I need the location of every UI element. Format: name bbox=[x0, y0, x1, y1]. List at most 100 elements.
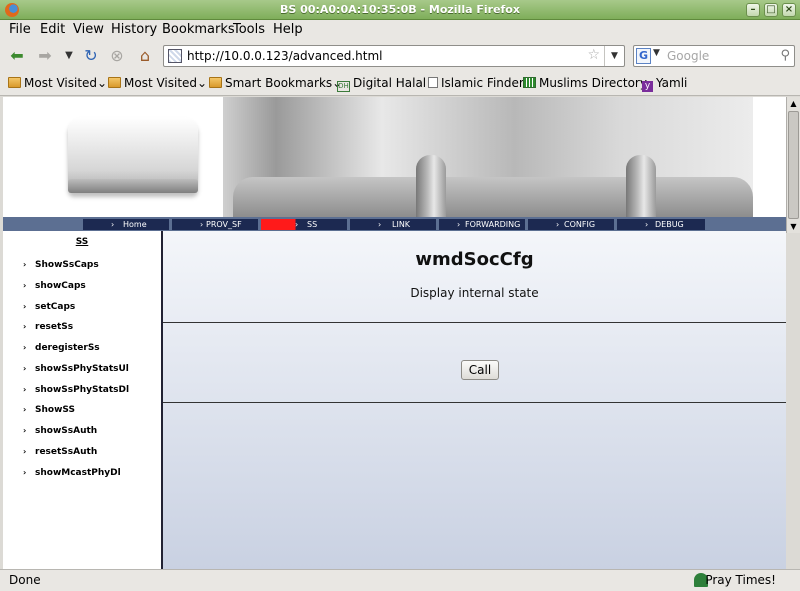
chevron-right-icon: › bbox=[23, 426, 27, 435]
menu-history[interactable]: History bbox=[111, 22, 157, 37]
function-description: Display internal state bbox=[410, 286, 539, 300]
sidebar-item-label: showSsAuth bbox=[35, 426, 98, 436]
content-scrollbar[interactable]: ▲ ▼ bbox=[786, 97, 800, 233]
url-input[interactable]: http://10.0.0.123/advanced.html bbox=[187, 49, 382, 63]
action-section: Call bbox=[163, 323, 786, 403]
bookmark-label: Smart Bookmarks bbox=[225, 76, 333, 90]
site-icon bbox=[168, 49, 182, 63]
stop-icon[interactable]: ⊗ bbox=[106, 45, 128, 67]
chevron-right-icon: › bbox=[23, 322, 27, 331]
status-bar: Done Pray Times! bbox=[0, 569, 800, 591]
forward-icon[interactable]: ➡ bbox=[34, 45, 56, 67]
tab-link[interactable]: › LINK bbox=[350, 219, 436, 230]
minimize-icon[interactable]: – bbox=[746, 3, 760, 17]
scroll-up-icon[interactable]: ▲ bbox=[787, 97, 800, 110]
bookmark-islamic-finder[interactable]: Islamic Finder bbox=[428, 76, 524, 90]
nav-tabbar: › Home › PROV_SF › SS › LINK › FORWARDIN… bbox=[3, 217, 786, 231]
yamli-icon: y bbox=[642, 81, 653, 92]
home-icon[interactable]: ⌂ bbox=[134, 45, 156, 67]
chevron-right-icon: › bbox=[23, 260, 27, 269]
menu-view[interactable]: View bbox=[73, 22, 104, 37]
sidebar-item-label: showSsPhyStatsUl bbox=[35, 364, 129, 374]
bookmark-star-icon[interactable]: ☆ bbox=[587, 47, 600, 63]
banner-image bbox=[3, 97, 786, 217]
bookmark-smart-bookmarks[interactable]: Smart Bookmarks⌄ bbox=[209, 76, 342, 90]
menu-file[interactable]: File bbox=[9, 22, 31, 37]
bookmark-muslims-directory[interactable]: Muslims Directory bbox=[523, 76, 647, 90]
sidebar-item-showssauth[interactable]: › showSsAuth bbox=[23, 426, 97, 436]
sidebar-item-showss[interactable]: › ShowSS bbox=[23, 405, 75, 415]
url-dropdown-icon[interactable]: ▼ bbox=[604, 46, 624, 66]
scroll-thumb[interactable] bbox=[788, 111, 799, 219]
menu-tools[interactable]: Tools bbox=[233, 22, 265, 37]
sidebar-item-label: showSsPhyStatsDl bbox=[35, 385, 130, 395]
window-titlebar: BS 00:A0:0A:10:35:0B - Mozilla Firefox –… bbox=[0, 0, 800, 20]
sidebar-item-resetssauth[interactable]: › resetSsAuth bbox=[23, 447, 97, 457]
chevron-down-icon: ⌄ bbox=[197, 76, 208, 90]
sidebar-item-showssphystatsdl[interactable]: › showSsPhyStatsDl bbox=[23, 385, 129, 395]
search-icon[interactable]: ⚲ bbox=[780, 48, 790, 63]
tab-debug[interactable]: › DEBUG bbox=[617, 219, 705, 230]
tab-prov-sf[interactable]: › PROV_SF bbox=[172, 219, 258, 230]
menu-edit[interactable]: Edit bbox=[40, 22, 65, 37]
bookmark-most-visited-1[interactable]: Most Visited⌄ bbox=[8, 76, 107, 90]
back-icon[interactable]: ⬅ bbox=[6, 45, 28, 67]
grid-icon bbox=[523, 77, 536, 88]
device-photo bbox=[68, 117, 198, 193]
function-header: wmdSocCfg Display internal state bbox=[163, 231, 786, 323]
search-bar[interactable]: G ▼ Google ⚲ bbox=[633, 45, 795, 67]
tab-label: Home bbox=[123, 220, 147, 229]
chevron-right-icon: › bbox=[23, 447, 27, 456]
menu-help[interactable]: Help bbox=[273, 22, 303, 37]
sidebar-item-showcaps[interactable]: › showCaps bbox=[23, 281, 86, 291]
google-icon[interactable]: G bbox=[636, 48, 651, 64]
folder-icon bbox=[108, 77, 121, 88]
sidebar-heading[interactable]: SS bbox=[3, 237, 161, 247]
main-panel: wmdSocCfg Display internal state Call bbox=[163, 231, 786, 569]
sidebar-item-label: deregisterSs bbox=[35, 343, 100, 353]
chevron-right-icon: › bbox=[200, 220, 204, 229]
scroll-down-icon[interactable]: ▼ bbox=[787, 220, 800, 233]
call-button[interactable]: Call bbox=[461, 360, 499, 380]
maximize-icon[interactable]: □ bbox=[764, 3, 778, 17]
folder-icon bbox=[8, 77, 21, 88]
sidebar-item-label: resetSs bbox=[35, 322, 74, 332]
sidebar-item-showssphystatsul[interactable]: › showSsPhyStatsUl bbox=[23, 364, 129, 374]
close-icon[interactable]: × bbox=[782, 3, 796, 17]
tab-ss[interactable]: › SS bbox=[261, 219, 347, 230]
chevron-right-icon: › bbox=[378, 220, 382, 229]
tab-config[interactable]: › CONFIG bbox=[528, 219, 614, 230]
tab-label: FORWARDING bbox=[465, 220, 521, 229]
chevron-right-icon: › bbox=[23, 343, 27, 352]
chevron-right-icon: › bbox=[23, 281, 27, 290]
sidebar-item-showsscaps[interactable]: › ShowSsCaps bbox=[23, 260, 99, 270]
reload-icon[interactable]: ↻ bbox=[80, 45, 102, 67]
tab-label: DEBUG bbox=[655, 220, 684, 229]
sidebar-item-deregisterss[interactable]: › deregisterSs bbox=[23, 343, 100, 353]
search-input[interactable]: Google bbox=[667, 49, 709, 63]
tab-label: CONFIG bbox=[564, 220, 596, 229]
sidebar-item-setcaps[interactable]: › setCaps bbox=[23, 302, 75, 312]
pray-times-addon[interactable]: Pray Times! bbox=[705, 573, 776, 587]
address-bar[interactable]: http://10.0.0.123/advanced.html ☆ ▼ bbox=[163, 45, 625, 67]
tab-forwarding[interactable]: › FORWARDING bbox=[439, 219, 525, 230]
tab-label: PROV_SF bbox=[206, 220, 242, 229]
folder-icon bbox=[209, 77, 222, 88]
chevron-right-icon: › bbox=[645, 220, 649, 229]
menu-bookmarks[interactable]: Bookmarks bbox=[162, 22, 235, 37]
bookmark-digital-halal[interactable]: DH Digital Halal bbox=[337, 76, 426, 92]
sidebar-item-showmcastphydl[interactable]: › showMcastPhyDl bbox=[23, 468, 121, 478]
bookmark-yamli[interactable]: y Yamli bbox=[642, 76, 687, 92]
tab-home[interactable]: › Home bbox=[83, 219, 169, 230]
sidebar-item-label: ShowSS bbox=[35, 405, 75, 415]
chevron-right-icon: › bbox=[23, 385, 27, 394]
tab-label: SS bbox=[307, 220, 318, 229]
sidebar-item-resetss[interactable]: › resetSs bbox=[23, 322, 73, 332]
search-engine-dropdown-icon[interactable]: ▼ bbox=[653, 48, 660, 58]
status-text: Done bbox=[9, 573, 41, 587]
sidebar-item-label: setCaps bbox=[35, 302, 76, 312]
chevron-right-icon: › bbox=[23, 364, 27, 373]
window-title: BS 00:A0:0A:10:35:0B - Mozilla Firefox bbox=[280, 3, 520, 16]
bookmark-most-visited-2[interactable]: Most Visited⌄ bbox=[108, 76, 207, 90]
history-dropdown-icon[interactable]: ▼ bbox=[58, 45, 80, 67]
